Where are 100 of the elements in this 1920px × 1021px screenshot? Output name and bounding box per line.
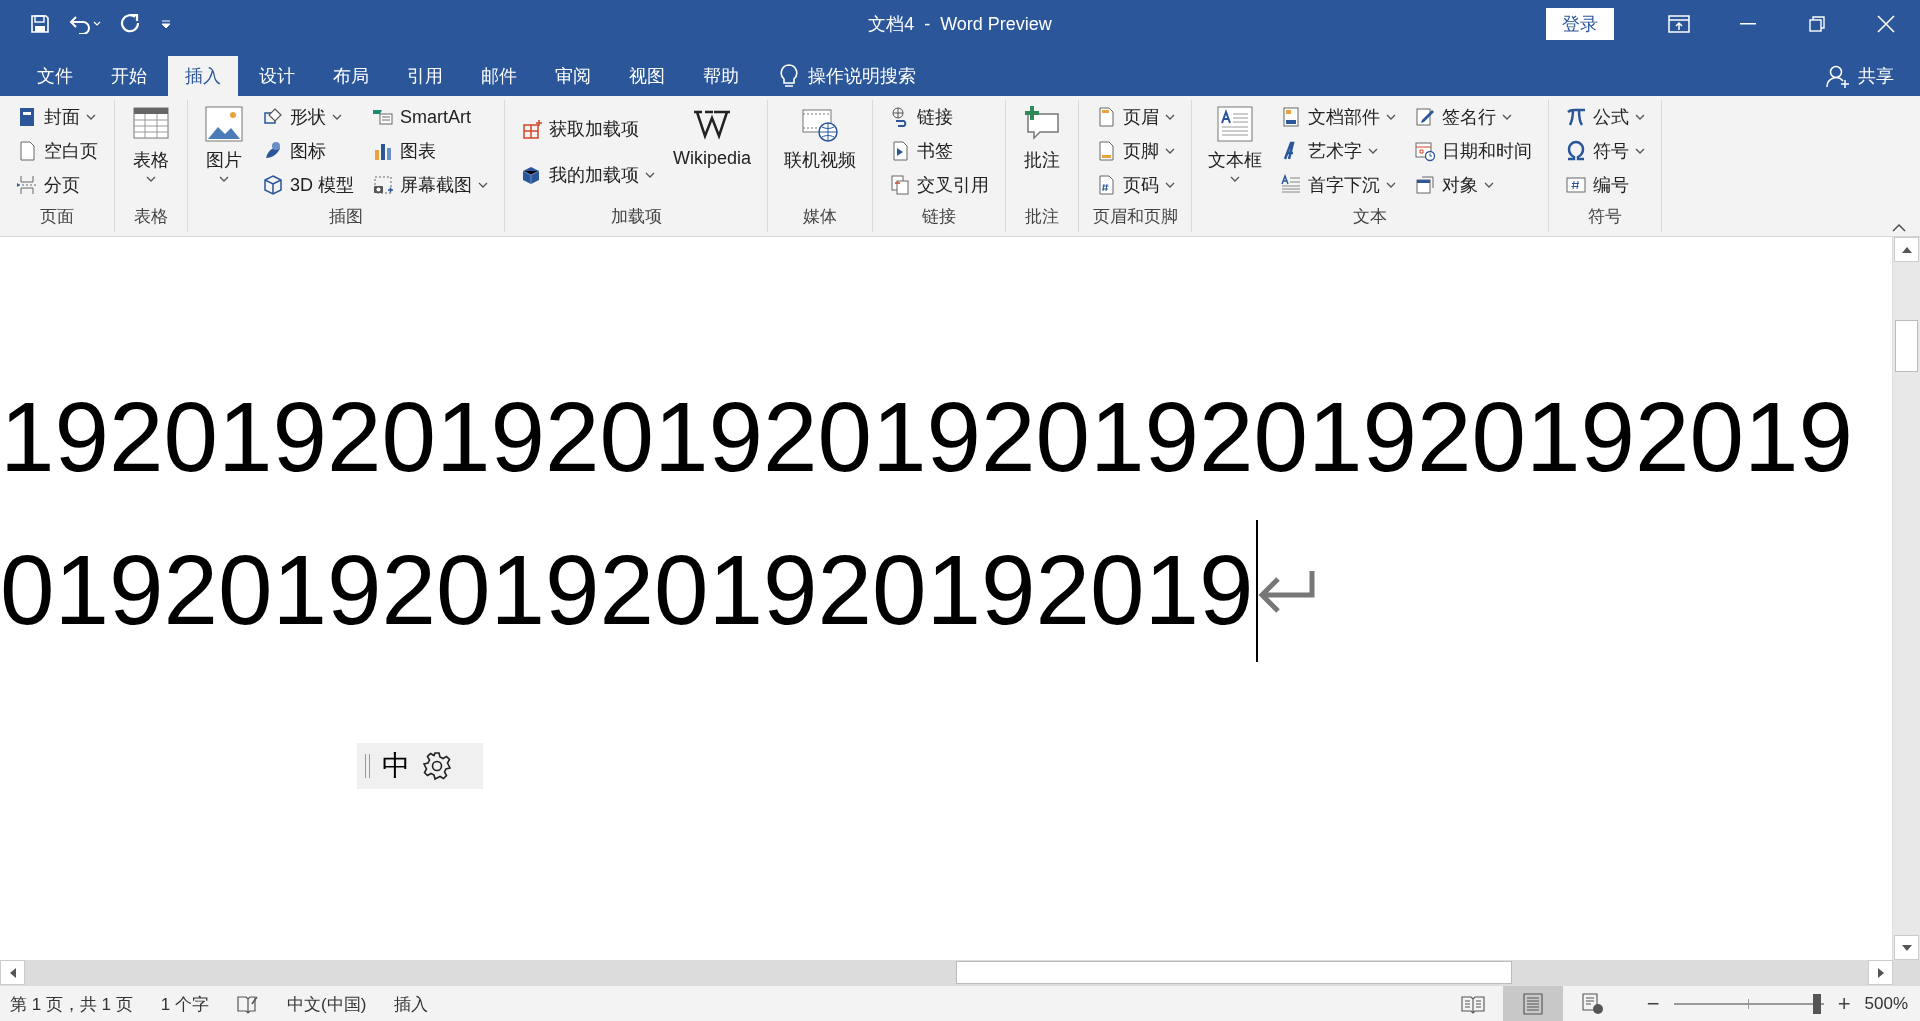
ribbon-button[interactable]: Wikipedia <box>669 100 756 204</box>
group-label: 链接 <box>921 206 958 228</box>
dropdown-caret-icon <box>1165 182 1176 188</box>
up-triangle-icon <box>1901 246 1912 253</box>
ribbon-button[interactable]: 艺术字 <box>1276 134 1401 168</box>
zoom-level[interactable]: 500% <box>1864 994 1908 1014</box>
ribbon-button[interactable]: 形状 <box>258 100 358 134</box>
ribbon-button[interactable]: 首字下沉 <box>1276 168 1401 202</box>
ribbon-button[interactable]: SmartArt <box>368 100 492 134</box>
ribbon-tab[interactable]: 审阅 <box>538 56 608 96</box>
ribbon-button[interactable]: 空白页 <box>12 134 102 168</box>
language-status[interactable]: 中文(中国) <box>287 992 367 1016</box>
scroll-left-button[interactable] <box>0 960 25 985</box>
login-button[interactable]: 登录 <box>1546 8 1614 40</box>
dropdown-caret-icon <box>1230 176 1241 182</box>
ribbon-button[interactable]: 对象 <box>1410 168 1537 202</box>
ribbon-button[interactable]: 图表 <box>368 134 492 168</box>
right-triangle-icon <box>1877 967 1884 978</box>
signature-icon <box>1414 106 1437 128</box>
dropdown-caret-icon <box>86 114 96 120</box>
ribbon-tab[interactable]: 邮件 <box>464 56 534 96</box>
dropdown-caret-icon <box>1635 114 1646 120</box>
cross-reference-icon <box>889 174 912 196</box>
page-count[interactable]: 第 1 页，共 1 页 <box>10 992 133 1016</box>
vertical-scroll-thumb[interactable] <box>1895 320 1918 372</box>
grip-handle[interactable] <box>365 754 370 778</box>
dropdown-caret-icon <box>1386 182 1397 188</box>
ribbon-button[interactable]: 图标 <box>258 134 358 168</box>
group-label: 文本 <box>1352 206 1389 228</box>
ribbon-tab[interactable]: 引用 <box>390 56 460 96</box>
scroll-right-button[interactable] <box>1868 960 1893 985</box>
customize-toolbar-icon[interactable] <box>160 19 172 29</box>
tell-me-search[interactable]: 操作说明搜索 <box>808 64 916 88</box>
collapse-ribbon-icon[interactable] <box>1892 224 1906 232</box>
ribbon-tab[interactable]: 文件 <box>20 56 90 96</box>
scroll-up-button[interactable] <box>1894 237 1919 262</box>
settings-icon[interactable] <box>422 751 452 781</box>
save-icon[interactable] <box>30 14 50 34</box>
zoom-slider-thumb[interactable] <box>1812 994 1821 1014</box>
group-label: 批注 <box>1024 206 1061 228</box>
ribbon-button[interactable]: 分页 <box>12 168 102 202</box>
redo-icon[interactable] <box>120 13 142 35</box>
camera-icon <box>372 174 394 196</box>
zoom-out-button[interactable]: − <box>1642 991 1664 1017</box>
ribbon-button[interactable]: 链接 <box>885 100 994 134</box>
ribbon-button[interactable]: 符号 <box>1561 134 1650 168</box>
ribbon-button[interactable]: 表格 <box>127 100 175 204</box>
undo-icon[interactable] <box>68 14 102 34</box>
group-label: 表格 <box>133 206 169 228</box>
ribbon-button[interactable]: 文本框 <box>1204 100 1267 204</box>
ribbon-button[interactable]: 公式 <box>1561 100 1650 134</box>
dropdown-caret-icon <box>1165 148 1176 154</box>
horizontal-scroll-thumb[interactable] <box>956 961 1512 984</box>
ribbon-button[interactable]: 获取加载项 <box>517 112 659 146</box>
dropdown-caret-icon <box>1502 114 1513 120</box>
paragraph-mark-icon <box>1257 568 1316 613</box>
group-label: 插图 <box>328 206 364 228</box>
ribbon-tab[interactable]: 视图 <box>612 56 682 96</box>
dropdown-caret-icon <box>1386 114 1397 120</box>
group-label: 页眉和页脚 <box>1091 206 1179 228</box>
picture-icon <box>204 104 244 144</box>
ribbon-button[interactable]: 封面 <box>12 100 102 134</box>
ribbon-button[interactable]: 文档部件 <box>1276 100 1401 134</box>
share-button[interactable]: 共享 <box>1858 64 1894 88</box>
ribbon-button[interactable]: 页脚 <box>1091 134 1180 168</box>
cube-icon <box>262 174 284 196</box>
document-text: 1920192019201920192019201920192019 <box>0 381 1854 494</box>
ribbon-tab[interactable]: 插入 <box>168 56 238 96</box>
ribbon-button[interactable]: 编号 <box>1561 168 1650 202</box>
dropdown-caret-icon <box>645 172 655 178</box>
window-title: 文档4 - Word Preview <box>868 14 1052 34</box>
ribbon-tab[interactable]: 布局 <box>316 56 386 96</box>
insert-mode-status[interactable]: 插入 <box>394 992 429 1016</box>
ribbon-tab[interactable]: 设计 <box>242 56 312 96</box>
down-triangle-icon <box>1901 944 1912 951</box>
group-label: 加载项 <box>609 206 663 228</box>
ribbon-button[interactable]: 图片 <box>200 100 248 204</box>
page-break-icon <box>16 174 38 196</box>
input-mode-toggle[interactable]: 中 <box>382 747 410 785</box>
ribbon-button[interactable]: 签名行 <box>1410 100 1537 134</box>
ribbon-button[interactable]: 联机视频 <box>780 100 861 204</box>
ribbon-button[interactable]: 批注 <box>1018 100 1067 204</box>
ribbon-button[interactable]: 日期和时间 <box>1410 134 1537 168</box>
ribbon-tab[interactable]: 开始 <box>94 56 164 96</box>
word-count[interactable]: 1 个字 <box>160 992 209 1016</box>
ribbon-button[interactable]: 3D 模型 <box>258 168 358 202</box>
ribbon-tab[interactable]: 帮助 <box>686 56 756 96</box>
person-add-icon <box>1826 64 1850 88</box>
ribbon-button[interactable]: 屏幕截图 <box>368 168 492 202</box>
ribbon-button[interactable]: 书签 <box>885 134 994 168</box>
ribbon-button[interactable]: 页码 <box>1091 168 1180 202</box>
ribbon-button[interactable]: 我的加载项 <box>517 158 659 192</box>
dropdown-caret-icon <box>1635 148 1646 154</box>
proofing-icon[interactable] <box>237 994 259 1014</box>
ribbon-button[interactable]: 页眉 <box>1091 100 1180 134</box>
drop-cap-icon <box>1280 174 1303 196</box>
ribbon-button[interactable]: 交叉引用 <box>885 168 994 202</box>
zoom-in-button[interactable]: + <box>1833 991 1855 1017</box>
object-icon <box>1414 174 1437 196</box>
scroll-down-button[interactable] <box>1894 935 1919 960</box>
